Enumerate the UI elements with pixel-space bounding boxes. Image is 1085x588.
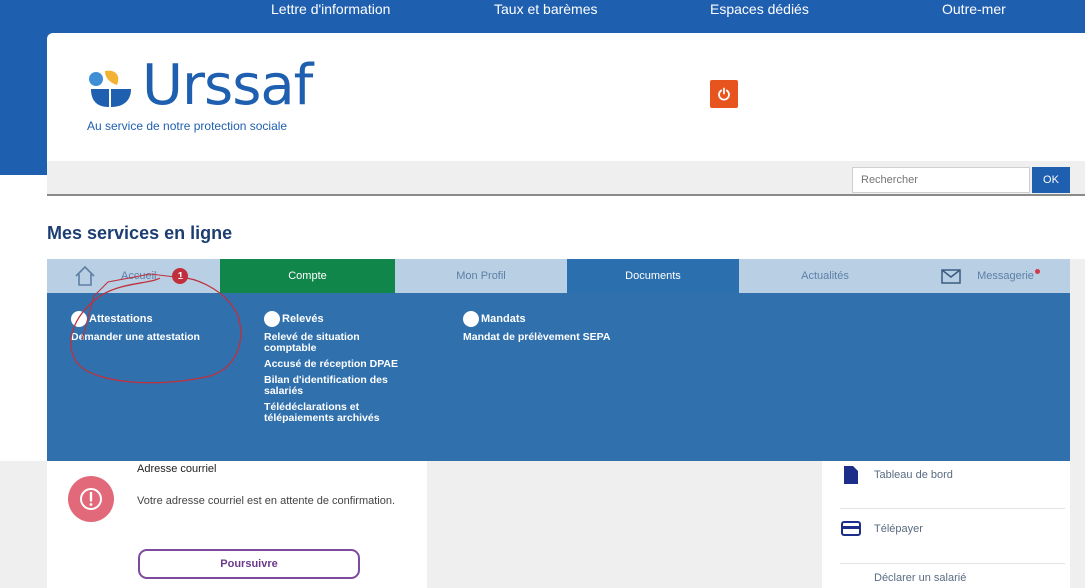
- quick-link-tableau-de-bord[interactable]: Tableau de bord: [840, 466, 953, 484]
- divider: [840, 563, 1065, 564]
- divider: [840, 508, 1065, 509]
- quick-link-label: Télépayer: [874, 522, 923, 535]
- alert-title: Adresse courriel: [137, 463, 217, 475]
- quick-link-declarer-salarie[interactable]: Déclarer un salarié: [840, 572, 966, 584]
- right-edge-bg: [1070, 259, 1085, 588]
- middle-panel: [427, 461, 817, 588]
- credit-card-icon: [840, 521, 862, 536]
- exclamation-icon: [80, 488, 102, 510]
- alert-icon: [68, 476, 114, 522]
- quick-link-label: Tableau de bord: [874, 469, 953, 481]
- background-strip: [0, 461, 47, 588]
- alert-message: Votre adresse courriel est en attente de…: [137, 495, 396, 507]
- document-icon: [840, 466, 862, 484]
- quick-link-label: Déclarer un salarié: [874, 572, 967, 584]
- quick-link-telepayer[interactable]: Télépayer: [840, 521, 923, 536]
- poursuivre-button[interactable]: Poursuivre: [138, 549, 360, 579]
